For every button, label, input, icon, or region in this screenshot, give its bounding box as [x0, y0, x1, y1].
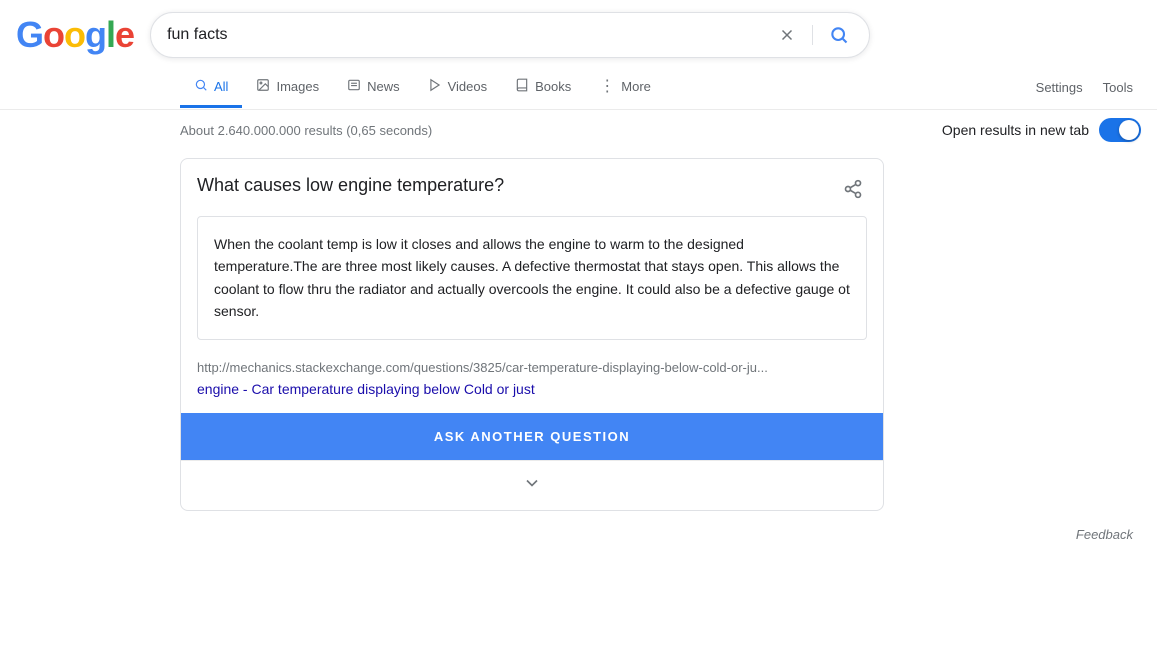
new-tab-toggle: Open results in new tab: [942, 118, 1141, 142]
tab-all[interactable]: All: [180, 68, 242, 108]
featured-snippet-card: What causes low engine temperature? When…: [180, 158, 884, 511]
main-content: What causes low engine temperature? When…: [0, 150, 900, 519]
search-input[interactable]: [167, 26, 774, 44]
clear-button[interactable]: [774, 22, 800, 48]
videos-tab-icon: [428, 78, 442, 95]
tab-videos-label: Videos: [448, 79, 488, 94]
snippet-url: http://mechanics.stackexchange.com/quest…: [181, 352, 883, 379]
close-icon: [778, 26, 796, 44]
nav-right: Settings Tools: [1028, 70, 1157, 105]
ask-another-question-button[interactable]: ASK ANOTHER QUESTION: [181, 413, 883, 460]
tab-more[interactable]: ⋮ More: [585, 66, 665, 109]
google-logo[interactable]: Google: [16, 14, 134, 56]
tab-images[interactable]: Images: [242, 68, 333, 108]
snippet-question: What causes low engine temperature?: [197, 175, 504, 196]
news-tab-icon: [347, 78, 361, 95]
settings-button[interactable]: Settings: [1028, 70, 1091, 105]
images-tab-icon: [256, 78, 270, 95]
feedback-link[interactable]: Feedback: [1076, 527, 1133, 542]
share-icon[interactable]: [839, 175, 867, 208]
results-count: About 2.640.000.000 results (0,65 second…: [180, 123, 432, 138]
tab-books-label: Books: [535, 79, 571, 94]
header: Google: [0, 0, 1157, 58]
toggle-knob: [1119, 120, 1139, 140]
tab-images-label: Images: [276, 79, 319, 94]
search-icons: [774, 21, 853, 49]
snippet-answer: When the coolant temp is low it closes a…: [197, 216, 867, 340]
chevron-down-icon: [522, 473, 542, 498]
tab-all-label: All: [214, 79, 228, 94]
search-button[interactable]: [825, 21, 853, 49]
new-tab-toggle-switch[interactable]: [1099, 118, 1141, 142]
divider: [812, 25, 813, 45]
new-tab-label: Open results in new tab: [942, 122, 1089, 138]
tab-videos[interactable]: Videos: [414, 68, 502, 108]
tab-more-label: More: [621, 79, 651, 94]
feedback-bar: Feedback: [0, 519, 1157, 550]
nav-tabs: All Images News Videos Books: [0, 58, 1157, 110]
tools-button[interactable]: Tools: [1095, 70, 1141, 105]
tab-books[interactable]: Books: [501, 68, 585, 108]
more-tab-icon: ⋮: [599, 76, 615, 96]
results-bar: About 2.640.000.000 results (0,65 second…: [0, 110, 1157, 150]
snippet-footer[interactable]: [181, 460, 883, 510]
all-tab-icon: [194, 78, 208, 95]
tab-news[interactable]: News: [333, 68, 414, 108]
search-box: [150, 12, 870, 58]
snippet-link[interactable]: engine - Car temperature displaying belo…: [181, 379, 883, 413]
snippet-header: What causes low engine temperature?: [181, 159, 883, 216]
search-icon: [829, 25, 849, 45]
tab-news-label: News: [367, 79, 400, 94]
books-tab-icon: [515, 78, 529, 95]
search-box-wrapper: [150, 12, 870, 58]
